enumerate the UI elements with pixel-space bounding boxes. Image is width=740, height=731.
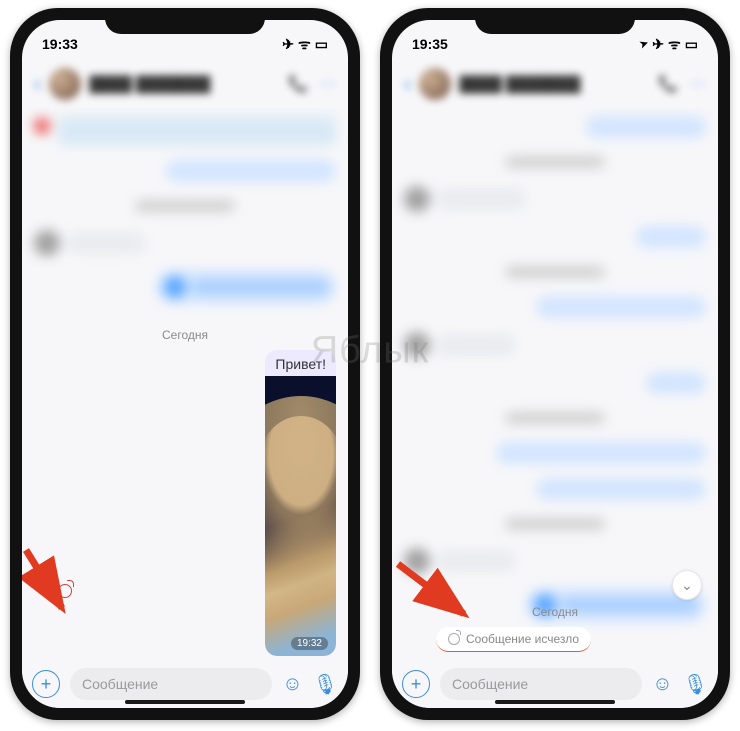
status-time: 19:33 <box>42 36 78 52</box>
wifi-icon: ᯤ <box>298 35 311 54</box>
contact-name[interactable]: ████ ███████ <box>459 76 650 93</box>
message-input[interactable]: Сообщение <box>70 668 272 700</box>
message-input[interactable]: Сообщение <box>440 668 642 700</box>
recent-messages: Сегодня Сообщение исчезло <box>392 597 718 660</box>
location-icon: ➤ <box>638 37 650 50</box>
date-divider: Сегодня <box>404 603 706 621</box>
phone-right: 19:35 ➤ ✈ ᯤ ▭ ‹ ████ ███████ 📞 ⋯ <box>380 8 730 720</box>
notch <box>105 8 265 34</box>
battery-icon: ▭ <box>315 36 328 53</box>
unread-dot-icon <box>42 587 50 595</box>
more-icon[interactable]: ⋯ <box>690 74 706 94</box>
voice-button[interactable]: 🎙 <box>313 672 338 697</box>
chevron-down-icon: ⌄ <box>681 577 693 594</box>
battery-icon: ▭ <box>685 36 698 53</box>
more-icon[interactable]: ⋯ <box>320 74 336 94</box>
wifi-icon: ᯤ <box>668 35 681 54</box>
phone-left: 19:33 ✈ ᯤ ▭ ‹ ████ ███████ 📞 ⋯ <box>10 8 360 720</box>
blurred-messages <box>392 108 718 660</box>
avatar[interactable] <box>49 68 81 100</box>
emoji-button[interactable]: ☺ <box>282 673 302 696</box>
attach-button[interactable]: + <box>32 670 60 698</box>
message-photo[interactable]: 19:32 <box>265 376 336 656</box>
home-indicator <box>125 700 245 704</box>
attach-button[interactable]: + <box>402 670 430 698</box>
emoji-button[interactable]: ☺ <box>652 673 672 696</box>
back-icon[interactable]: ‹ <box>34 71 41 97</box>
chat-header: ‹ ████ ███████ 📞 ⋯ <box>392 60 718 108</box>
notch <box>475 8 635 34</box>
chat-area[interactable]: Сегодня Привет! 19:32 <box>22 108 348 660</box>
call-icon[interactable]: 📞 <box>658 74 678 94</box>
avatar[interactable] <box>419 68 451 100</box>
message-bubble[interactable]: Привет! 19:32 <box>265 350 336 656</box>
message-timestamp: 19:32 <box>291 637 328 650</box>
scroll-to-bottom-button[interactable]: ⌄ <box>672 570 702 600</box>
home-indicator <box>495 700 615 704</box>
screen-right: 19:35 ➤ ✈ ᯤ ▭ ‹ ████ ███████ 📞 ⋯ <box>392 20 718 708</box>
voice-button[interactable]: 🎙 <box>683 672 708 697</box>
vanished-message: Сообщение исчезло <box>436 627 591 652</box>
message-indicators <box>42 584 72 598</box>
vanished-message-text: Сообщение исчезло <box>466 632 579 646</box>
status-time: 19:35 <box>412 36 448 52</box>
message-text: Привет! <box>265 350 336 376</box>
call-icon[interactable]: 📞 <box>288 74 308 94</box>
self-destruct-icon <box>448 633 460 645</box>
airplane-icon: ✈ <box>282 36 294 53</box>
contact-name[interactable]: ████ ███████ <box>89 76 280 93</box>
chat-header: ‹ ████ ███████ 📞 ⋯ <box>22 60 348 108</box>
screen-left: 19:33 ✈ ᯤ ▭ ‹ ████ ███████ 📞 ⋯ <box>22 20 348 708</box>
self-destruct-icon <box>58 584 72 598</box>
recent-messages: Сегодня Привет! 19:32 <box>22 320 348 660</box>
back-icon[interactable]: ‹ <box>404 71 411 97</box>
airplane-icon: ✈ <box>652 36 664 53</box>
date-divider: Сегодня <box>34 326 336 344</box>
chat-area[interactable]: Сегодня Сообщение исчезло ⌄ <box>392 108 718 660</box>
